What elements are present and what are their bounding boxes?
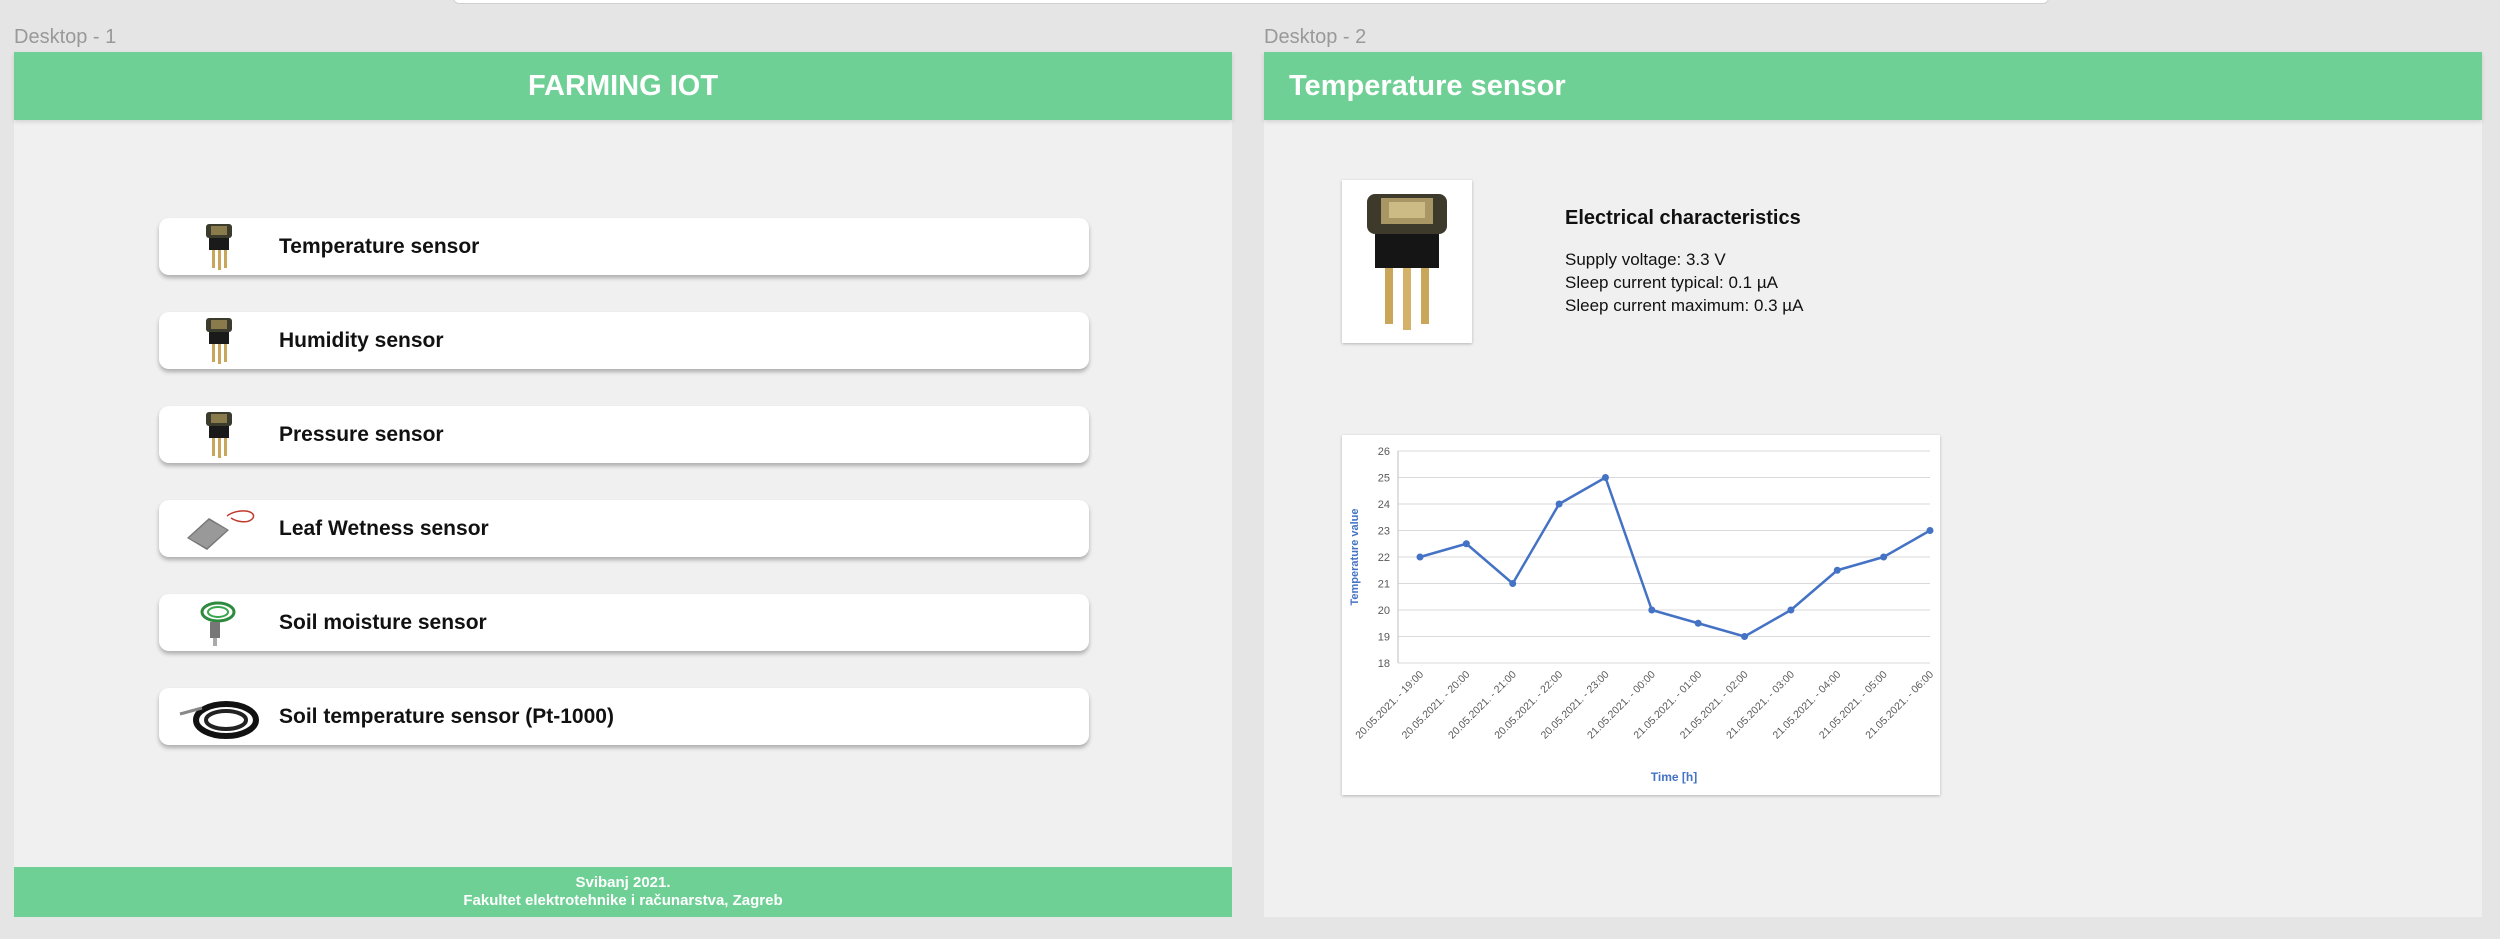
sensor-item-label: Humidity sensor (279, 328, 444, 352)
sensor-item-temperature[interactable]: Temperature sensor (159, 218, 1089, 275)
electrical-characteristics: Electrical characteristics Supply voltag… (1565, 207, 1803, 317)
sensor-item-label: Leaf Wetness sensor (279, 516, 489, 540)
desktop-2-frame: Temperature sensor Electrical characteri… (1264, 52, 2482, 917)
y-tick-label: 23 (1378, 526, 1390, 538)
soil-moisture-probe-icon (159, 594, 279, 651)
y-tick-label: 18 (1378, 658, 1390, 670)
app-header: FARMING IOT (14, 52, 1232, 120)
frame-label-desktop-1: Desktop - 1 (14, 26, 117, 48)
sensor-item-label: Temperature sensor (279, 234, 480, 258)
y-tick-label: 25 (1378, 473, 1390, 485)
leaf-wetness-icon (159, 500, 279, 557)
temperature-chart-svg: 18192021222324252620.05.2021. - 19:0020.… (1349, 446, 1936, 784)
y-tick-label: 24 (1378, 499, 1390, 511)
temperature-chart: 18 19 20 21 22 23 24 25 26 20.05.2021. - 19:00 20.… (1342, 435, 1940, 795)
sensor-photo (1342, 180, 1472, 343)
sensor-item-label: Pressure sensor (279, 422, 444, 446)
y-axis-title: Temperature value (1349, 508, 1361, 605)
supply-voltage: Supply voltage: 3.3 V (1565, 250, 1726, 269)
app-title: FARMING IOT (527, 69, 719, 102)
sensor-chip-icon (159, 312, 279, 369)
data-point (1555, 500, 1563, 508)
sensor-item-soil-temperature[interactable]: Soil temperature sensor (Pt-1000) (159, 688, 1089, 745)
data-point (1880, 553, 1888, 561)
footer-date: Svibanj 2021. (575, 874, 671, 891)
y-tick-label: 21 (1378, 579, 1390, 591)
sensor-item-label: Soil temperature sensor (Pt-1000) (279, 704, 614, 728)
footer: Svibanj 2021. Fakultet elektrotehnike i … (14, 867, 1232, 917)
top-toolbar-edge (453, 0, 2049, 4)
sensor-item-humidity[interactable]: Humidity sensor (159, 312, 1089, 369)
data-point (1416, 553, 1424, 561)
sensor-chip-icon (159, 218, 279, 275)
data-point (1833, 566, 1841, 574)
desktop-1-frame: FARMING IOT Temperature sensor Humidity … (14, 52, 1232, 917)
data-point (1509, 580, 1517, 587)
sensor-item-pressure[interactable]: Pressure sensor (159, 406, 1089, 463)
data-point (1741, 633, 1749, 640)
data-point (1601, 474, 1609, 481)
electrical-title: Electrical characteristics (1565, 207, 1801, 229)
data-point (1648, 606, 1656, 614)
sleep-current-maximum: Sleep current maximum: 0.3 µA (1565, 296, 1804, 315)
data-point (1462, 540, 1470, 548)
y-tick-label: 26 (1378, 446, 1390, 458)
data-point (1787, 606, 1795, 614)
sensor-item-label: Soil moisture sensor (279, 610, 487, 634)
y-tick-label: 22 (1378, 552, 1390, 564)
y-tick-label: 20 (1378, 605, 1390, 617)
y-tick-label: 19 (1378, 632, 1390, 644)
x-axis-title: Time [h] (1651, 770, 1697, 784)
detail-header: Temperature sensor (1264, 52, 2482, 120)
footer-institution: Fakultet elektrotehnike i računarstva, Z… (463, 892, 783, 909)
sensor-chip-icon (159, 406, 279, 463)
sensor-item-leaf-wetness[interactable]: Leaf Wetness sensor (159, 500, 1089, 557)
soil-temperature-probe-icon (159, 688, 279, 745)
detail-title: Temperature sensor (1289, 69, 1566, 102)
data-point (1926, 527, 1934, 534)
sensor-chip-icon (1357, 184, 1457, 339)
frame-label-desktop-2: Desktop - 2 (1264, 26, 1367, 48)
sensor-item-soil-moisture[interactable]: Soil moisture sensor (159, 594, 1089, 651)
sleep-current-typical: Sleep current typical: 0.1 µA (1565, 273, 1778, 292)
data-point (1694, 619, 1702, 627)
